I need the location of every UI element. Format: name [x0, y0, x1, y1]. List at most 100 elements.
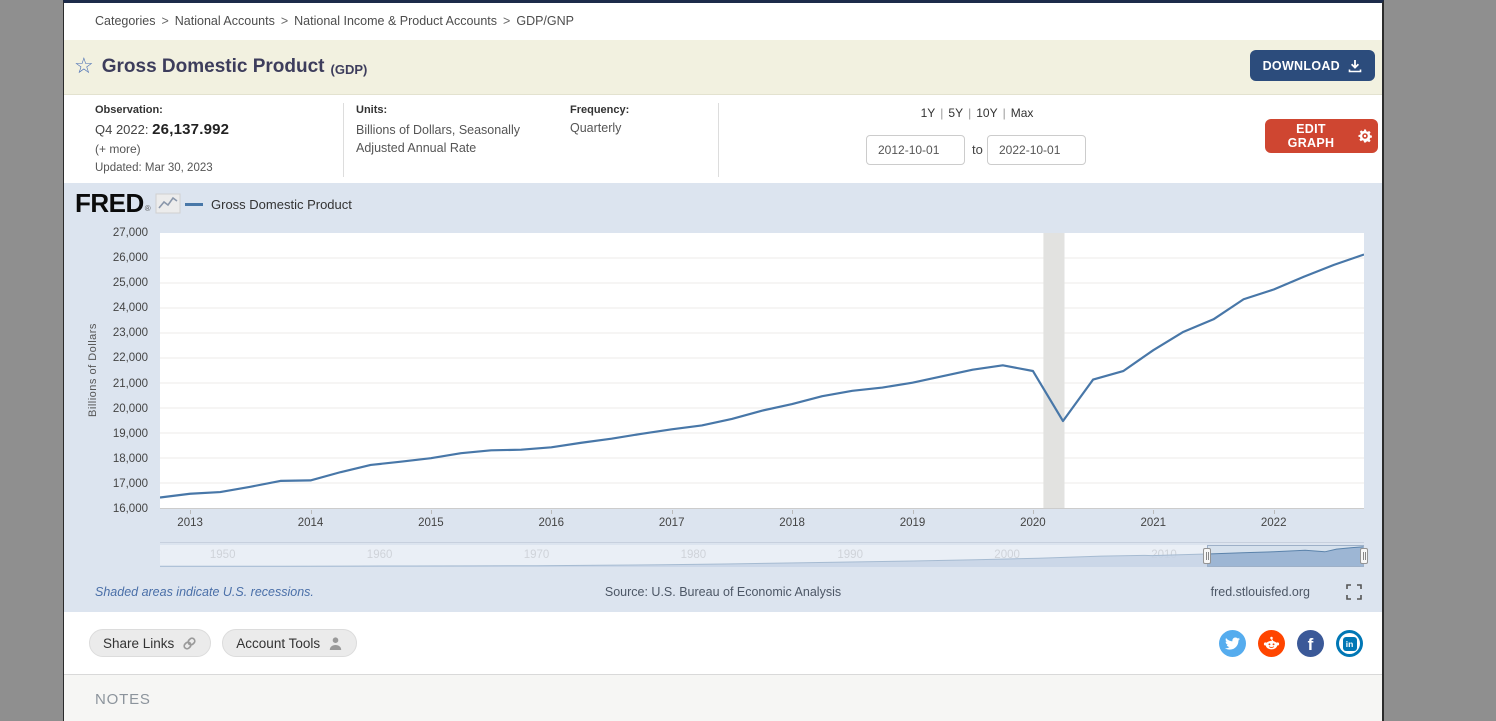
x-tick-label: 2022: [1261, 517, 1287, 529]
breadcrumb-categories[interactable]: Categories: [95, 14, 155, 28]
breadcrumb-separator: >: [161, 14, 168, 28]
account-tools-label: Account Tools: [236, 636, 320, 651]
gear-icon: [1358, 129, 1372, 143]
share-row: Share Links Account Tools: [64, 612, 1382, 674]
title-bar: ☆ Gross Domestic Product (GDP) DOWNLOAD: [64, 40, 1382, 95]
x-tick-label: 2017: [659, 517, 685, 529]
frequency-value: Quarterly: [570, 121, 629, 135]
observation-value-line: Q4 2022: 26,137.992: [95, 121, 229, 138]
source-text: Source: U.S. Bureau of Economic Analysis: [64, 585, 1382, 599]
fred-logo-chart-icon: [155, 193, 181, 214]
frequency-label: Frequency:: [570, 104, 629, 116]
y-axis-title: Billions of Dollars: [87, 305, 99, 435]
notes-title: NOTES: [95, 691, 151, 708]
registered-mark: ®: [145, 204, 151, 213]
linkedin-share-button[interactable]: in: [1336, 630, 1363, 657]
range-preset-max[interactable]: Max: [1011, 106, 1034, 120]
linkedin-icon: in: [1339, 633, 1360, 654]
page-content: Categories>National Accounts>National In…: [63, 0, 1384, 721]
link-icon: [182, 636, 197, 651]
download-button[interactable]: DOWNLOAD: [1250, 50, 1375, 81]
x-tick-mark: [913, 510, 914, 514]
legend-label: Gross Domestic Product: [211, 197, 352, 212]
page-title: Gross Domestic Product: [102, 56, 325, 78]
x-tick-mark: [792, 510, 793, 514]
facebook-icon: f: [1308, 635, 1314, 655]
units-value: Billions of Dollars, Seasonally Adjusted…: [356, 121, 531, 157]
observation-value: 26,137.992: [152, 121, 229, 138]
site-url: fred.stlouisfed.org: [1211, 585, 1310, 599]
x-tick-mark: [551, 510, 552, 514]
x-tick-mark: [190, 510, 191, 514]
y-tick-label: 16,000: [78, 503, 148, 515]
x-tick-mark: [1274, 510, 1275, 514]
observation-label: Observation:: [95, 104, 229, 116]
date-to-input[interactable]: [987, 135, 1086, 165]
observation-updated: Updated: Mar 30, 2023: [95, 162, 229, 174]
x-tick-label: 2015: [418, 517, 444, 529]
divider: [343, 103, 344, 177]
edit-graph-button[interactable]: EDIT GRAPH: [1265, 119, 1378, 153]
range-preset-5y[interactable]: 5Y: [948, 106, 963, 120]
download-icon: [1348, 59, 1362, 73]
y-tick-label: 26,000: [78, 252, 148, 264]
twitter-icon: [1225, 636, 1240, 651]
navigator-handle-left[interactable]: [1203, 548, 1211, 564]
navigator-handle-right[interactable]: [1360, 548, 1368, 564]
units-block: Units: Billions of Dollars, Seasonally A…: [356, 104, 531, 157]
x-tick-mark: [431, 510, 432, 514]
y-tick-label: 20,000: [78, 403, 148, 415]
preset-separator: |: [1003, 106, 1006, 120]
x-tick-label: 2014: [298, 517, 324, 529]
tool-buttons: Share Links Account Tools: [89, 629, 357, 657]
preset-separator: |: [968, 106, 971, 120]
fullscreen-icon[interactable]: [1346, 584, 1362, 600]
observation-period: Q4 2022:: [95, 122, 149, 137]
navigator-divider: [160, 542, 1364, 543]
breadcrumb-gdp-gnp[interactable]: GDP/GNP: [516, 14, 574, 28]
x-tick-label: 2020: [1020, 517, 1046, 529]
y-tick-label: 19,000: [78, 428, 148, 440]
observation-block: Observation: Q4 2022: 26,137.992 (+ more…: [95, 104, 229, 174]
divider: [718, 103, 719, 177]
date-from-input[interactable]: [866, 135, 965, 165]
share-links-label: Share Links: [103, 636, 174, 651]
plot-area[interactable]: [160, 233, 1364, 509]
breadcrumb-national-accounts[interactable]: National Accounts: [175, 14, 275, 28]
share-links-button[interactable]: Share Links: [89, 629, 211, 657]
series-meta-row: Observation: Q4 2022: 26,137.992 (+ more…: [64, 95, 1382, 183]
x-tick-label: 2013: [177, 517, 203, 529]
date-range-to-label: to: [972, 142, 983, 157]
breadcrumb-nipa[interactable]: National Income & Product Accounts: [294, 14, 497, 28]
x-tick-mark: [1033, 510, 1034, 514]
edit-graph-label: EDIT GRAPH: [1271, 122, 1351, 150]
y-tick-label: 21,000: [78, 378, 148, 390]
reddit-share-button[interactable]: [1258, 630, 1285, 657]
more-observations-link[interactable]: (+ more): [95, 142, 229, 156]
series-id-label: (GDP): [331, 62, 368, 77]
fred-logo-text: FRED: [75, 188, 144, 219]
timeline-navigator[interactable]: 1950196019701980199020002010: [160, 545, 1364, 567]
range-presets: 1Y|5Y|10Y|Max: [897, 106, 1057, 120]
x-tick-label: 2021: [1141, 517, 1167, 529]
fred-logo: FRED ®: [75, 188, 181, 219]
range-preset-10y[interactable]: 10Y: [976, 106, 997, 120]
y-tick-label: 27,000: [78, 227, 148, 239]
x-tick-label: 2018: [779, 517, 805, 529]
chart-legend: Gross Domestic Product: [185, 197, 352, 212]
facebook-share-button[interactable]: f: [1297, 630, 1324, 657]
units-label: Units:: [356, 104, 531, 116]
x-tick-mark: [1153, 510, 1154, 514]
range-preset-1y[interactable]: 1Y: [921, 106, 936, 120]
social-icons: f in: [1219, 630, 1363, 657]
navigator-selection[interactable]: [1207, 545, 1364, 567]
favorite-star-icon[interactable]: ☆: [74, 53, 94, 79]
download-button-label: DOWNLOAD: [1263, 59, 1340, 73]
y-tick-label: 25,000: [78, 277, 148, 289]
person-icon: [328, 636, 343, 651]
account-tools-button[interactable]: Account Tools: [222, 629, 357, 657]
chart-panel: FRED ® Gross Domestic Product Billions o…: [64, 183, 1382, 612]
reddit-icon: [1262, 634, 1281, 653]
twitter-share-button[interactable]: [1219, 630, 1246, 657]
y-tick-label: 24,000: [78, 302, 148, 314]
